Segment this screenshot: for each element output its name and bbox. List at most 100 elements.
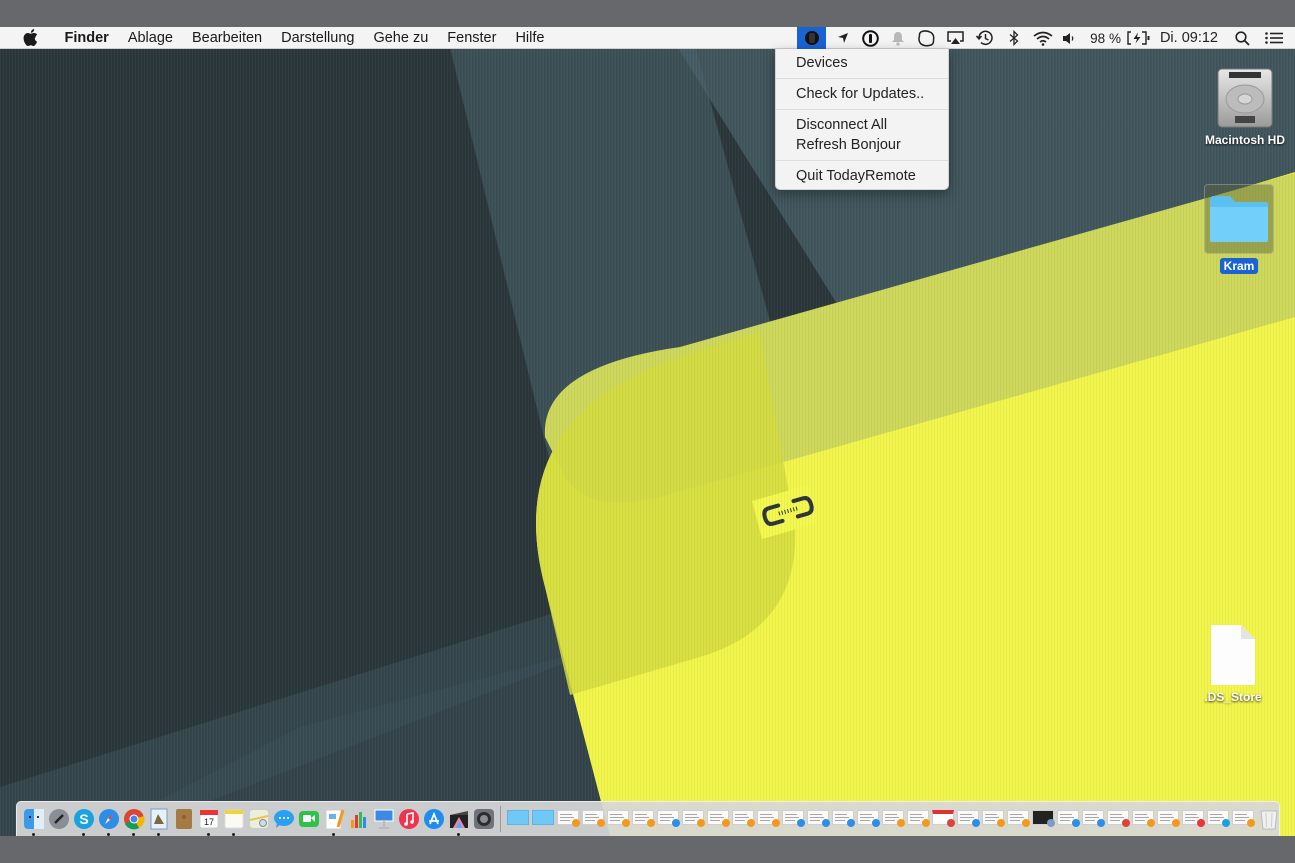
- running-indicator: [82, 833, 85, 836]
- dock-minimized-window[interactable]: [731, 806, 755, 828]
- dock-minimized-window[interactable]: [1106, 806, 1130, 828]
- dock-minimized-window[interactable]: [1031, 806, 1055, 828]
- dock-minimized-window[interactable]: [781, 806, 805, 828]
- dock-minimized-window[interactable]: [1056, 806, 1080, 828]
- menu-gehe-zu[interactable]: Gehe zu: [364, 27, 438, 49]
- volume-icon[interactable]: [1058, 27, 1080, 49]
- window-thumbnail: [506, 809, 529, 825]
- dock-minimized-window[interactable]: [1181, 806, 1205, 828]
- dock-app-preview[interactable]: [146, 806, 171, 836]
- 1password-icon[interactable]: [856, 27, 884, 49]
- menu-item-devices[interactable]: Devices: [776, 53, 948, 73]
- dock-minimized-window[interactable]: [931, 806, 955, 828]
- dock-app-launchpad[interactable]: [46, 806, 71, 831]
- dock-app-contacts[interactable]: [171, 806, 196, 831]
- dock-minimized-window[interactable]: [906, 806, 930, 828]
- dock-minimized-window[interactable]: [1006, 806, 1030, 828]
- menu-item-refresh-bonjour[interactable]: Refresh Bonjour: [776, 135, 948, 155]
- dock-app-app-store[interactable]: [421, 806, 446, 831]
- apple-menu-icon[interactable]: [21, 28, 39, 48]
- desktop-icon-ds-store[interactable]: .DS_Store: [1188, 624, 1278, 704]
- dock-minimized-window[interactable]: [1231, 806, 1255, 828]
- menu-bearbeiten[interactable]: Bearbeiten: [182, 27, 271, 49]
- notes-icon: [224, 809, 243, 828]
- dock-app-skype[interactable]: S: [71, 806, 96, 836]
- desktop-icon-kram[interactable]: Kram: [1194, 184, 1284, 274]
- spotlight-search-icon[interactable]: [1227, 27, 1257, 49]
- dock-app-messages[interactable]: [271, 806, 296, 831]
- dock-minimized-window[interactable]: [556, 806, 580, 828]
- menu-item-disconnect-all[interactable]: Disconnect All: [776, 115, 948, 135]
- menu-item-check-for-updates[interactable]: Check for Updates..: [776, 84, 948, 104]
- dock-minimized-window[interactable]: [631, 806, 655, 828]
- numbers-icon: [350, 811, 366, 828]
- svg-text:17: 17: [203, 817, 213, 827]
- dock-app-finder[interactable]: [21, 806, 46, 836]
- pages-badge-icon: [996, 819, 1005, 827]
- dock-minimized-window[interactable]: [706, 806, 730, 828]
- hard-drive-icon: [1217, 68, 1273, 128]
- dock-minimized-window[interactable]: [981, 806, 1005, 828]
- dock-minimized-window[interactable]: [656, 806, 680, 828]
- dock-minimized-window[interactable]: [881, 806, 905, 828]
- clock[interactable]: Di. 09:12: [1154, 27, 1227, 49]
- menu-ablage[interactable]: Ablage: [118, 27, 182, 49]
- dock: S 17: [16, 801, 1280, 836]
- time-machine-icon[interactable]: [970, 27, 1000, 49]
- location-arrow-icon[interactable]: [830, 27, 856, 49]
- dock-minimized-window[interactable]: [606, 806, 630, 828]
- dock-minimized-window[interactable]: [1081, 806, 1105, 828]
- running-indicator: [232, 833, 235, 836]
- finder-badge-icon: [871, 819, 880, 827]
- airplay-icon[interactable]: [940, 27, 970, 49]
- dock-minimized-window[interactable]: [806, 806, 830, 828]
- chrome-icon: [123, 808, 144, 829]
- dock-trash[interactable]: [1260, 806, 1279, 831]
- menu-finder[interactable]: Finder: [55, 27, 118, 49]
- dock-minimized-window[interactable]: [506, 806, 530, 828]
- battery-charging-icon[interactable]: [1124, 27, 1154, 49]
- notification-center-icon[interactable]: [1257, 27, 1291, 49]
- dock-app-maps[interactable]: [246, 806, 271, 831]
- bluetooth-icon[interactable]: [1000, 27, 1028, 49]
- dock-app-keynote[interactable]: [371, 806, 396, 831]
- calendar-icon: 17: [199, 809, 218, 828]
- dock-app-itunes[interactable]: [396, 806, 421, 831]
- dock-app-safari[interactable]: [96, 806, 121, 836]
- facetime-icon: [298, 810, 319, 827]
- dock-minimized-window[interactable]: [856, 806, 880, 828]
- dock-minimized-window[interactable]: [531, 806, 555, 828]
- dock-app-final-cut-pro[interactable]: [446, 806, 471, 836]
- maps-icon: [249, 809, 268, 828]
- dock-minimized-window[interactable]: [1206, 806, 1230, 828]
- dock-app-pages[interactable]: [321, 806, 346, 836]
- dock-app-facetime[interactable]: [296, 806, 321, 831]
- dock-app-chrome[interactable]: [121, 806, 146, 836]
- dock-app-system-preferences[interactable]: [471, 806, 496, 831]
- menu-darstellung[interactable]: Darstellung: [272, 27, 364, 49]
- desktop-icon-label: Kram: [1219, 258, 1259, 274]
- battery-percent[interactable]: 98 %: [1080, 27, 1124, 49]
- system-preferences-icon: [473, 808, 494, 829]
- dock-app-numbers[interactable]: [346, 806, 371, 831]
- menu-item-quit-todayremote[interactable]: Quit TodayRemote: [776, 166, 948, 186]
- pages-badge-icon: [571, 819, 580, 827]
- dock-minimized-window[interactable]: [1156, 806, 1180, 828]
- wifi-icon[interactable]: [1028, 27, 1058, 49]
- itunes-icon: [398, 808, 419, 829]
- dock-app-notes[interactable]: [221, 806, 246, 836]
- menu-hilfe[interactable]: Hilfe: [506, 27, 554, 49]
- menu-fenster[interactable]: Fenster: [438, 27, 506, 49]
- app-store-icon: [423, 808, 444, 829]
- dock-minimized-window[interactable]: [756, 806, 780, 828]
- dock-minimized-window[interactable]: [831, 806, 855, 828]
- dock-minimized-window[interactable]: [581, 806, 605, 828]
- todayremote-icon[interactable]: [797, 27, 827, 49]
- desktop-icon-macintosh-hd[interactable]: Macintosh HD: [1200, 67, 1290, 147]
- notification-bell-icon[interactable]: [884, 27, 912, 49]
- dock-minimized-window[interactable]: [1131, 806, 1155, 828]
- dock-minimized-window[interactable]: [956, 806, 980, 828]
- dock-app-calendar[interactable]: 17: [196, 806, 221, 836]
- skype-icon[interactable]: [912, 27, 940, 49]
- dock-minimized-window[interactable]: [681, 806, 705, 828]
